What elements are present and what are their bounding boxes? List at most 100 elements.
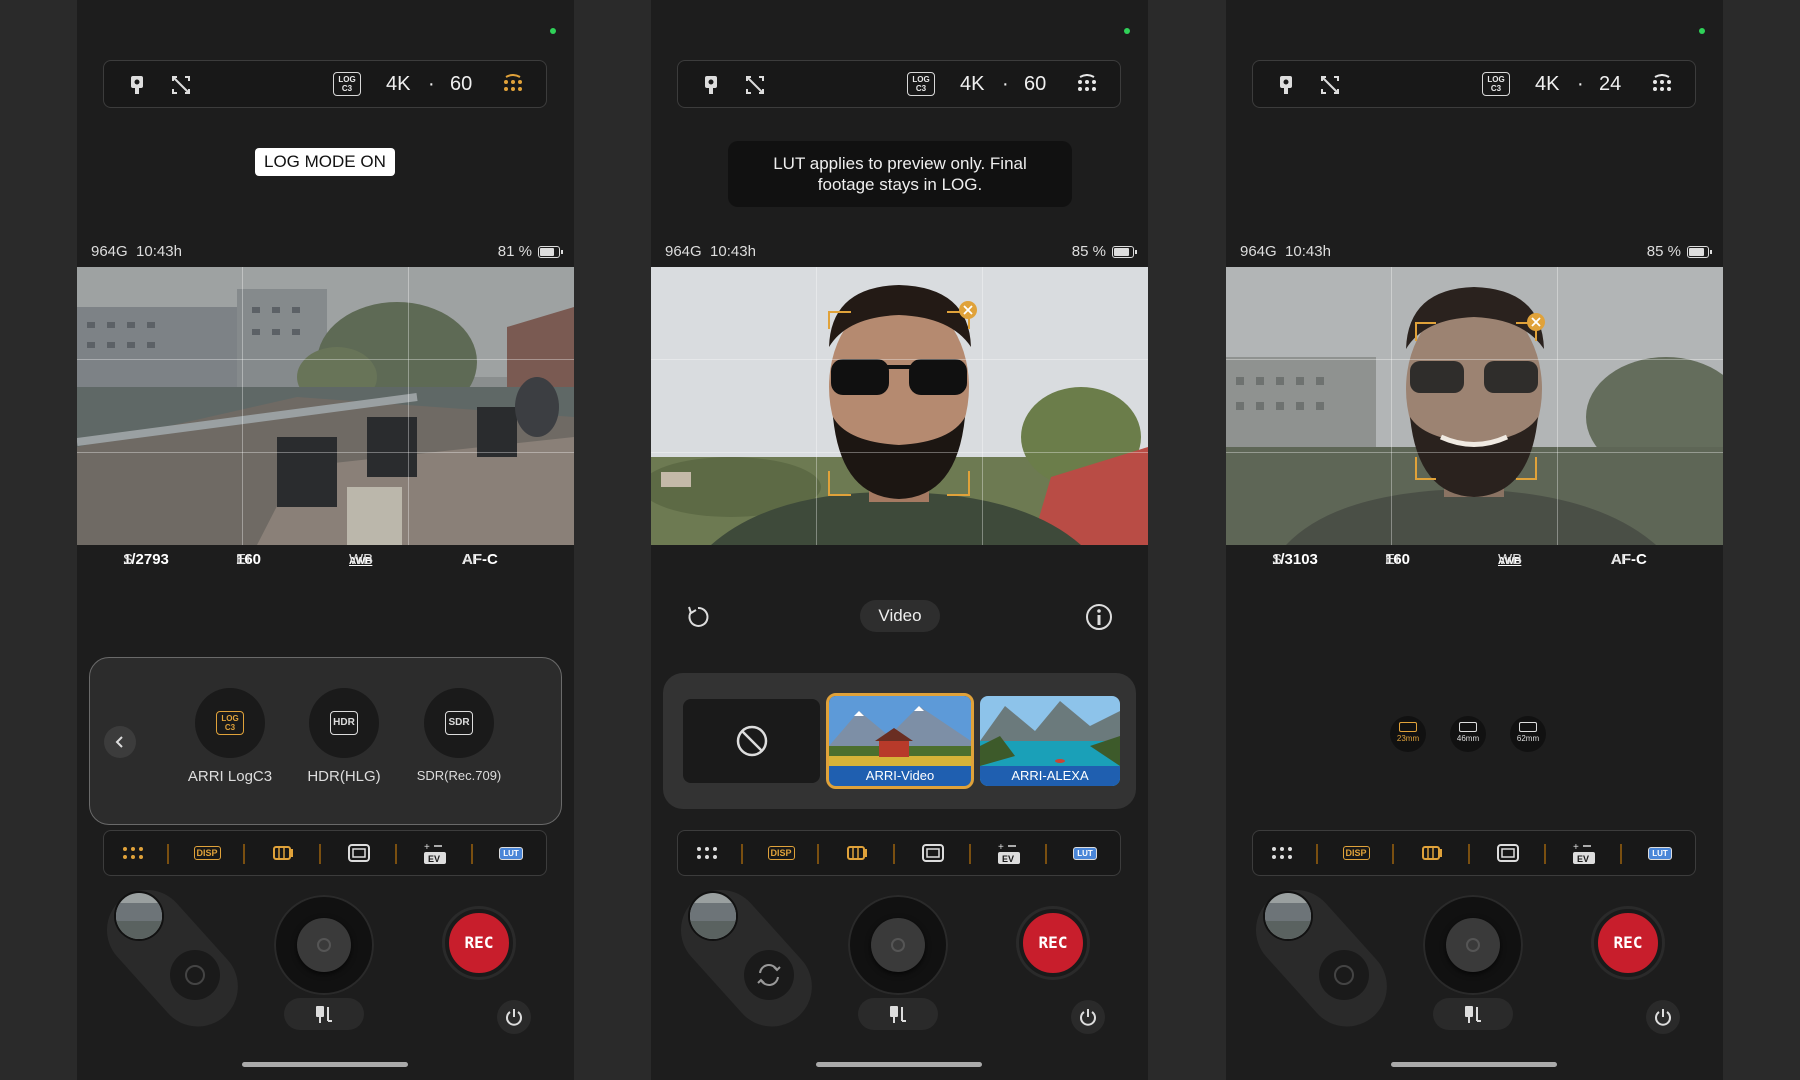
gallery-thumbnail[interactable] (688, 891, 738, 941)
camera-flip-button[interactable] (744, 950, 794, 1000)
lens-selector: 23mm 46mm 62mm (1390, 716, 1560, 752)
more-menu-icon[interactable] (120, 841, 146, 865)
lut-icon: LUT (1648, 846, 1672, 860)
camera-flip-button[interactable] (170, 950, 220, 1000)
gallery-flip-pill (1239, 873, 1404, 1043)
viewfinder[interactable] (77, 267, 574, 545)
focus-lock-button[interactable] (858, 998, 938, 1030)
ev-button[interactable]: + EV (422, 841, 448, 865)
reset-icon[interactable] (681, 600, 715, 634)
record-button[interactable]: REC (1594, 909, 1662, 977)
wb-label: WB (1498, 551, 1523, 568)
gallery-thumbnail[interactable] (1263, 891, 1313, 941)
lens-label: 23mm (1396, 734, 1420, 743)
display-button[interactable]: DISP (767, 841, 795, 865)
power-button[interactable] (1646, 1000, 1680, 1034)
viewfinder[interactable] (651, 267, 1148, 545)
resolution-label[interactable]: 4K (1535, 73, 1559, 96)
lut-arri-alexa[interactable]: ARRI-ALEXA (980, 696, 1120, 786)
shutter-label: S (123, 551, 134, 568)
battery-icon (538, 245, 563, 258)
fps-label[interactable]: 60 (1024, 73, 1046, 96)
grid-menu-icon[interactable] (1076, 74, 1098, 96)
lens-46mm[interactable]: 46mm (1450, 716, 1486, 752)
af-label: AF (462, 551, 482, 568)
gallery-thumbnail[interactable] (114, 891, 164, 941)
mic-icon[interactable] (698, 73, 724, 97)
log-c3-badge[interactable]: LOG C3 (1482, 72, 1510, 96)
lens-62mm[interactable]: 62mm (1510, 716, 1546, 752)
frame-guide-icon[interactable] (1495, 841, 1521, 865)
lut-button[interactable]: LUT (1072, 841, 1098, 865)
power-icon (506, 1009, 522, 1026)
fps-label[interactable]: 60 (450, 73, 472, 96)
fps-label[interactable]: 24 (1599, 73, 1621, 96)
sdr-icon: SDR (445, 711, 473, 735)
frame-guide-icon[interactable] (346, 841, 372, 865)
home-indicator[interactable] (1391, 1062, 1557, 1067)
resolution-label[interactable]: 4K (960, 73, 984, 96)
camera-flip-button[interactable] (1319, 950, 1369, 1000)
info-icon[interactable] (1082, 600, 1116, 634)
viewfinder[interactable] (1226, 267, 1723, 545)
lut-none-option[interactable] (683, 699, 820, 783)
focus-lock-button[interactable] (284, 998, 364, 1030)
ev-icon: +EV (424, 842, 446, 864)
frame-guide-icon[interactable] (920, 841, 946, 865)
record-button[interactable]: REC (1019, 909, 1087, 977)
mode-hdr-hlg[interactable]: HDR HDR(HLG) (289, 688, 399, 785)
resolution-label[interactable]: 4K (386, 73, 410, 96)
face-tracking-box[interactable] (651, 267, 1148, 545)
stabilization-off-icon[interactable] (742, 73, 768, 97)
top-status-bar: LOG C3 4K · 60 (103, 60, 547, 108)
video-mode-pill[interactable]: Video (860, 600, 940, 632)
home-indicator[interactable] (242, 1062, 408, 1067)
lut-button[interactable]: LUT (498, 841, 524, 865)
more-menu-icon[interactable] (694, 841, 720, 865)
grid-menu-icon[interactable] (502, 74, 524, 96)
display-button[interactable]: DISP (1342, 841, 1370, 865)
separator: · (428, 73, 435, 95)
lens-select-icon[interactable] (844, 841, 870, 865)
svg-text:+: + (1573, 842, 1579, 853)
record-button[interactable]: REC (445, 909, 513, 977)
grid-menu-icon[interactable] (1651, 74, 1673, 96)
lens-select-icon[interactable] (270, 841, 296, 865)
stabilization-off-icon[interactable] (168, 73, 194, 97)
virtual-joystick[interactable] (1423, 895, 1523, 995)
lens-label: 62mm (1516, 734, 1540, 743)
mic-icon[interactable] (1273, 73, 1299, 97)
log-c3-badge[interactable]: LOG C3 (907, 72, 935, 96)
flip-camera-icon (757, 964, 781, 986)
home-indicator[interactable] (816, 1062, 982, 1067)
mode-arri-logc3[interactable]: LOG C3 ARRI LogC3 (175, 688, 285, 785)
lut-icon: LUT (1073, 846, 1097, 860)
more-menu-icon[interactable] (1269, 841, 1295, 865)
ev-button[interactable]: + EV (1571, 841, 1597, 865)
camera-active-indicator (1699, 28, 1705, 34)
battery-percent: 85 % (1646, 243, 1681, 260)
lut-button[interactable]: LUT (1647, 841, 1673, 865)
lens-select-icon[interactable] (1419, 841, 1445, 865)
log-c3-badge[interactable]: LOG C3 (333, 72, 361, 96)
stabilization-off-icon[interactable] (1317, 73, 1343, 97)
virtual-joystick[interactable] (848, 895, 948, 995)
back-button[interactable] (104, 726, 136, 758)
wb-label: WB (349, 551, 374, 568)
log-c3-icon: LOG C3 (216, 711, 244, 735)
focus-lock-button[interactable] (1433, 998, 1513, 1030)
storage-time: 964G 10:43h (91, 243, 182, 260)
power-button[interactable] (1071, 1000, 1105, 1034)
lens-23mm[interactable]: 23mm (1390, 716, 1426, 752)
lens-icon (1459, 722, 1477, 732)
face-tracking-box[interactable] (1226, 267, 1723, 545)
mic-icon[interactable] (124, 73, 150, 97)
camera-active-indicator (1124, 28, 1130, 34)
power-button[interactable] (497, 1000, 531, 1034)
mode-sdr-rec709[interactable]: SDR SDR(Rec.709) (404, 688, 514, 783)
ei-label: EI (1385, 551, 1400, 568)
lut-arri-video[interactable]: ARRI-Video (826, 693, 974, 789)
ev-button[interactable]: + EV (996, 841, 1022, 865)
display-button[interactable]: DISP (193, 841, 221, 865)
virtual-joystick[interactable] (274, 895, 374, 995)
